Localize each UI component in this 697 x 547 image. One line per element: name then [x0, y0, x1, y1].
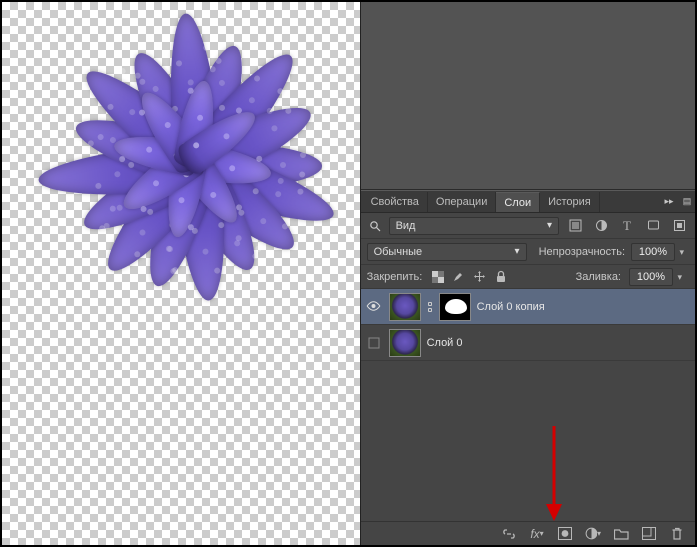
filter-kind-label: Вид	[396, 220, 416, 232]
layer-row[interactable]: Слой 0	[361, 325, 695, 361]
layers-bottombar: fx▾ ▾	[361, 521, 695, 545]
lock-move-icon[interactable]	[472, 269, 487, 284]
filter-type-icon[interactable]: T	[617, 217, 637, 235]
new-group-icon[interactable]	[613, 526, 629, 542]
tab-operations[interactable]: Операции	[428, 192, 496, 212]
layer-row[interactable]: Слой 0 копия	[361, 289, 695, 325]
blend-row: Обычные ▾ Непрозрачность: 100% ▾	[361, 239, 695, 265]
filter-shape-icon[interactable]	[643, 217, 663, 235]
panel-spacer	[361, 2, 695, 190]
add-adjustment-icon[interactable]: ▾	[585, 526, 601, 542]
filter-kind-select[interactable]: Вид ▾	[389, 217, 559, 235]
fill-input[interactable]: 100% ▾	[629, 268, 673, 286]
flower-image	[2, 2, 360, 342]
blend-mode-value: Обычные	[374, 246, 423, 258]
lock-transparent-icon[interactable]	[430, 269, 445, 284]
panel-menu-icon[interactable]: ▤	[677, 196, 695, 207]
layer-name[interactable]: Слой 0 копия	[477, 301, 545, 313]
mask-link-icon[interactable]	[427, 302, 433, 312]
filter-smart-icon[interactable]	[669, 217, 689, 235]
layer-fx-icon[interactable]: fx▾	[529, 526, 545, 542]
chevron-down-icon: ▾	[515, 246, 520, 257]
canvas[interactable]	[2, 2, 360, 545]
lock-row: Закрепить: Заливка: 100% ▾	[361, 265, 695, 289]
opacity-label: Непрозрачность:	[539, 246, 625, 258]
layer-thumbnail[interactable]	[389, 293, 421, 321]
layers-panel: Свойства Операции Слои История ▸▸ ▤ Вид …	[361, 190, 695, 545]
lock-brush-icon[interactable]	[451, 269, 466, 284]
chevron-down-icon: ▾	[547, 220, 552, 231]
fill-label: Заливка:	[576, 271, 621, 283]
layer-thumbnail[interactable]	[389, 329, 421, 357]
filter-adjust-icon[interactable]	[591, 217, 611, 235]
chevron-down-icon: ▾	[677, 272, 682, 283]
visibility-eye-icon[interactable]	[366, 299, 382, 315]
tab-history[interactable]: История	[540, 192, 600, 212]
blend-mode-select[interactable]: Обычные ▾	[367, 243, 527, 261]
link-layers-icon[interactable]	[501, 526, 517, 542]
chevron-down-icon: ▾	[679, 247, 684, 258]
search-icon	[367, 218, 383, 234]
add-mask-icon[interactable]	[557, 526, 573, 542]
lock-all-icon[interactable]	[493, 269, 508, 284]
opacity-input[interactable]: 100% ▾	[631, 243, 675, 261]
layer-name[interactable]: Слой 0	[427, 337, 463, 349]
layer-filter-row: Вид ▾ T	[361, 213, 695, 239]
fill-value: 100%	[637, 271, 665, 283]
panel-collapse-icon[interactable]: ▸▸	[661, 196, 677, 207]
layers-list: Слой 0 копия Слой 0	[361, 289, 695, 521]
filter-pixel-icon[interactable]	[565, 217, 585, 235]
new-layer-icon[interactable]	[641, 526, 657, 542]
layer-mask-thumbnail[interactable]	[439, 293, 471, 321]
tab-layers[interactable]: Слои	[496, 192, 540, 212]
delete-layer-icon[interactable]	[669, 526, 685, 542]
tab-properties[interactable]: Свойства	[363, 192, 428, 212]
visibility-toggle[interactable]	[366, 335, 382, 351]
opacity-value: 100%	[639, 246, 667, 258]
annotation-arrow	[544, 426, 564, 521]
lock-label: Закрепить:	[367, 271, 423, 283]
panel-tabbar: Свойства Операции Слои История ▸▸ ▤	[361, 191, 695, 213]
panels-column: Свойства Операции Слои История ▸▸ ▤ Вид …	[360, 2, 695, 545]
